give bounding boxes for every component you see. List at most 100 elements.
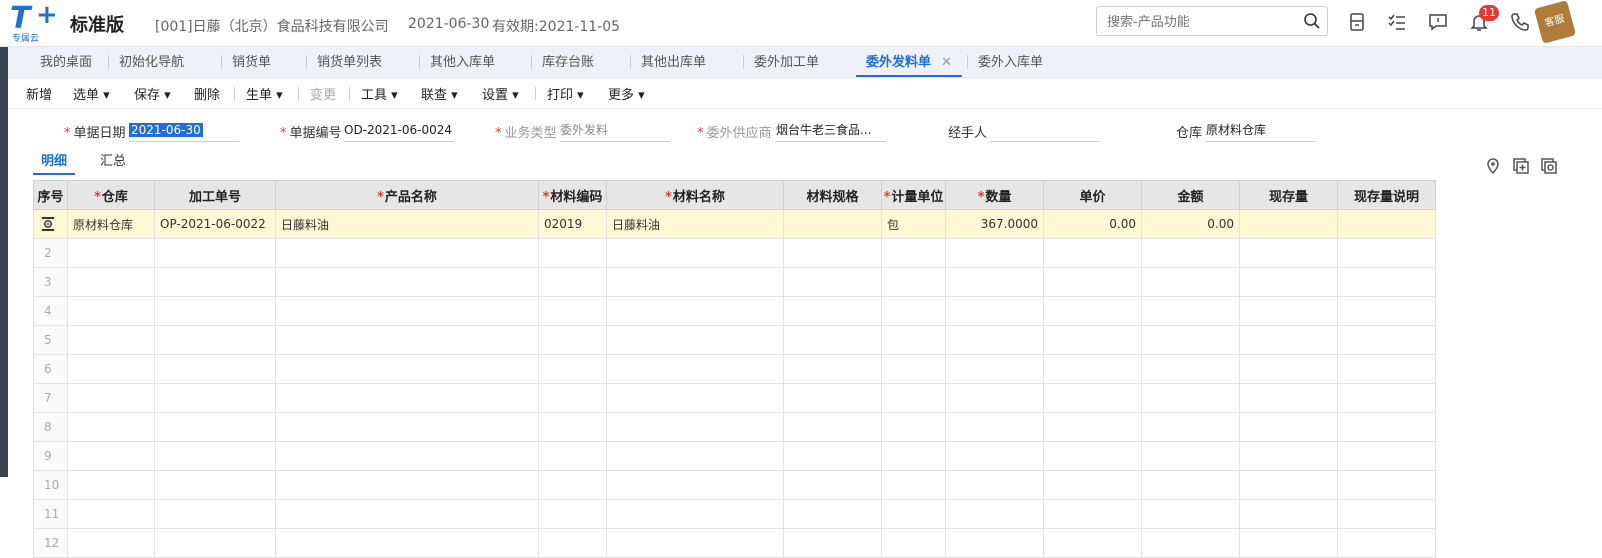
grid-cell[interactable] (881, 412, 946, 442)
column-header[interactable]: 序号 (33, 180, 68, 210)
grid-cell[interactable] (1043, 441, 1142, 471)
app-logo[interactable]: T + 专属云 (10, 0, 66, 44)
grid-cell[interactable] (881, 238, 946, 268)
table-row[interactable]: 11 (33, 499, 1436, 529)
link-query-button[interactable]: 联查 ▾ (421, 84, 458, 103)
grid-cell[interactable] (275, 470, 539, 500)
column-header[interactable]: *数量 (945, 180, 1044, 210)
grid-cell[interactable] (606, 499, 784, 529)
grid-cell[interactable] (945, 528, 1044, 558)
table-row[interactable]: 4 (33, 296, 1436, 326)
tab-other-inbound[interactable]: 其他入库单 (430, 47, 495, 77)
select-button[interactable]: 选单 ▾ (73, 84, 110, 103)
grid-cell[interactable] (606, 528, 784, 558)
grid-cell[interactable] (154, 412, 276, 442)
grid-cell[interactable] (1043, 238, 1142, 268)
grid-cell[interactable] (783, 267, 882, 297)
column-header[interactable]: *仓库 (67, 180, 155, 210)
grid-cell[interactable] (945, 470, 1044, 500)
grid-cell[interactable] (1043, 470, 1142, 500)
grid-cell[interactable] (1239, 354, 1338, 384)
grid-cell[interactable] (275, 325, 539, 355)
grid-cell[interactable] (1337, 528, 1436, 558)
grid-cell[interactable] (275, 499, 539, 529)
grid-cell[interactable] (606, 267, 784, 297)
grid-cell[interactable] (67, 383, 155, 413)
grid-cell[interactable] (538, 267, 607, 297)
column-header[interactable]: *材料编码 (538, 180, 607, 210)
grid-cell[interactable] (275, 354, 539, 384)
column-settings-icon[interactable] (1540, 157, 1558, 175)
grid-cell[interactable] (1239, 267, 1338, 297)
tab-outsource-issue[interactable]: 委外发料单 ✕ (856, 47, 962, 77)
grid-cell[interactable] (606, 354, 784, 384)
grid-cell[interactable] (945, 267, 1044, 297)
tab-outsource-inbound[interactable]: 委外入库单 (978, 47, 1043, 77)
grid-cell[interactable] (1141, 528, 1240, 558)
grid-cell[interactable] (538, 383, 607, 413)
tools-button[interactable]: 工具 ▾ (361, 84, 398, 103)
grid-cell[interactable] (154, 354, 276, 384)
cell-qty[interactable]: 367.0000 (945, 209, 1044, 239)
grid-cell[interactable] (1141, 354, 1240, 384)
grid-cell[interactable] (1239, 412, 1338, 442)
grid-cell[interactable] (881, 499, 946, 529)
grid-cell[interactable] (1337, 354, 1436, 384)
grid-cell[interactable] (1337, 296, 1436, 326)
grid-cell[interactable] (606, 238, 784, 268)
message-icon[interactable] (1428, 12, 1448, 32)
grid-cell[interactable] (538, 528, 607, 558)
tab-desktop[interactable]: 我的桌面 (40, 47, 92, 77)
grid-cell[interactable] (1239, 383, 1338, 413)
grid-cell[interactable] (783, 383, 882, 413)
cell-product[interactable]: 日藤料油 (275, 209, 539, 239)
phone-icon[interactable] (1510, 12, 1530, 32)
biz-type-field[interactable]: 委外发料 (560, 121, 670, 142)
grid-cell[interactable] (538, 441, 607, 471)
table-row[interactable]: 7 (33, 383, 1436, 413)
grid-cell[interactable] (945, 238, 1044, 268)
table-row[interactable]: 8 (33, 412, 1436, 442)
grid-cell[interactable] (606, 296, 784, 326)
grid-cell[interactable] (275, 412, 539, 442)
grid-cell[interactable] (538, 412, 607, 442)
grid-cell[interactable] (275, 383, 539, 413)
column-header[interactable]: *产品名称 (275, 180, 539, 210)
cell-price[interactable]: 0.00 (1043, 209, 1142, 239)
grid-cell[interactable] (881, 470, 946, 500)
grid-cell[interactable] (538, 470, 607, 500)
grid-cell[interactable] (1337, 238, 1436, 268)
grid-cell[interactable] (783, 238, 882, 268)
grid-cell[interactable] (154, 325, 276, 355)
grid-cell[interactable] (1337, 383, 1436, 413)
grid-cell[interactable] (881, 354, 946, 384)
number-field[interactable]: OD-2021-06-0024 (344, 121, 454, 142)
grid-cell[interactable] (67, 238, 155, 268)
grid-cell[interactable] (1337, 470, 1436, 500)
column-header[interactable]: 材料规格 (783, 180, 882, 210)
grid-cell[interactable] (275, 441, 539, 471)
table-row[interactable]: 9 (33, 441, 1436, 471)
grid-cell[interactable] (606, 470, 784, 500)
grid-cell[interactable] (538, 354, 607, 384)
cell-material-name[interactable]: 日藤料油 (606, 209, 784, 239)
change-button[interactable]: 变更 (310, 84, 336, 103)
grid-cell[interactable] (945, 441, 1044, 471)
grid-cell[interactable] (783, 412, 882, 442)
grid-cell[interactable] (154, 383, 276, 413)
grid-cell[interactable] (1239, 528, 1338, 558)
supplier-field[interactable]: 烟台牛老三食品... (776, 121, 886, 142)
grid-cell[interactable] (275, 296, 539, 326)
grid-cell[interactable] (1043, 412, 1142, 442)
tab-sales-list[interactable]: 销货单列表 (317, 47, 382, 77)
grid-cell[interactable] (1239, 499, 1338, 529)
grid-cell[interactable] (881, 267, 946, 297)
tab-sales-order[interactable]: 销货单 (232, 47, 271, 77)
grid-cell[interactable] (606, 383, 784, 413)
table-row[interactable]: 3 (33, 267, 1436, 297)
column-header[interactable]: 金额 (1141, 180, 1240, 210)
grid-cell[interactable] (1141, 412, 1240, 442)
search-icon[interactable] (1303, 12, 1321, 30)
table-row[interactable]: 12 (33, 528, 1436, 558)
grid-cell[interactable] (538, 325, 607, 355)
